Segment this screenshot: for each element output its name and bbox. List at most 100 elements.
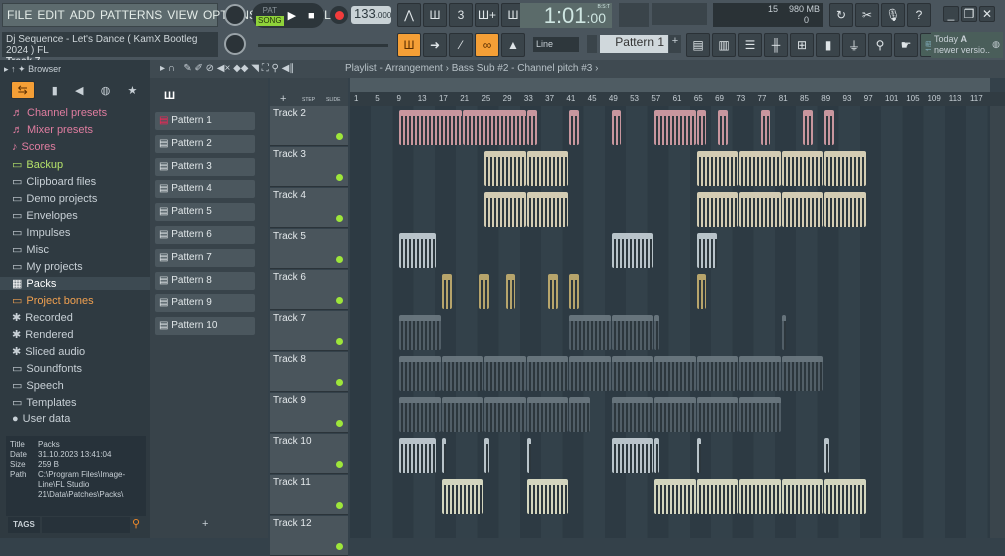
cut-icon[interactable]: ✂	[855, 3, 879, 27]
menu-edit[interactable]: EDIT	[37, 8, 64, 22]
playlist-icon[interactable]: ▤	[686, 33, 710, 57]
play-button[interactable]: ▶	[288, 9, 296, 22]
playlist-clip[interactable]	[781, 151, 824, 186]
playlist-clip[interactable]	[569, 110, 579, 145]
playlist-clip[interactable]	[484, 397, 526, 432]
playlist-clip[interactable]	[696, 479, 739, 514]
browser-item[interactable]: ♬ Channel presets	[12, 107, 107, 119]
playlist-clip[interactable]	[760, 110, 771, 145]
time-display[interactable]: 1:01:00 B:S:T	[520, 3, 612, 28]
browser-item[interactable]: ▭ Demo projects	[12, 192, 97, 206]
mixer-icon[interactable]: ╫	[764, 33, 788, 57]
overview-scrollbar[interactable]	[350, 78, 990, 92]
browser-plugins-icon[interactable]: ◀	[75, 84, 83, 97]
pattern-item[interactable]: ▤ Pattern 6	[155, 226, 255, 244]
touch-keyboard-icon[interactable]: ☛	[894, 33, 918, 57]
playlist-clip[interactable]	[824, 438, 829, 473]
tags-input[interactable]	[42, 517, 130, 533]
pattern-item[interactable]: ▤ Pattern 7	[155, 248, 255, 267]
track-header[interactable]: Track 8	[270, 352, 348, 392]
track-enable-toggle[interactable]	[336, 174, 343, 181]
playlist-clip[interactable]	[441, 356, 484, 391]
browser-item[interactable]: ▭ Soundfonts	[12, 362, 82, 376]
playlist-clip[interactable]	[654, 397, 696, 432]
playlist-clip[interactable]	[526, 192, 569, 227]
browser-item[interactable]: ▭ Speech	[12, 379, 64, 393]
playlist-clip[interactable]	[611, 356, 654, 391]
playlist-clip[interactable]	[654, 315, 659, 350]
pattern-item[interactable]: ▤ Pattern 10	[155, 317, 255, 336]
song-mode[interactable]: SONG	[256, 15, 284, 26]
track-header[interactable]: Track 9	[270, 393, 348, 433]
browser-item[interactable]: ▦ Packs	[0, 277, 150, 290]
news-panel[interactable]: Today Anewer versio.. ◍	[931, 32, 1003, 58]
record-button[interactable]	[330, 6, 348, 24]
restore-button[interactable]: ❐	[961, 6, 977, 22]
playlist-clip[interactable]	[569, 356, 611, 391]
plugin-icon[interactable]: ⏚	[842, 33, 866, 57]
browser-item[interactable]: ▭ Backup	[12, 158, 63, 172]
browser-favorites-icon[interactable]: ★	[127, 84, 137, 97]
snap-select[interactable]: Line	[533, 37, 579, 52]
pattern-item[interactable]: ▤ Pattern 4	[155, 180, 255, 199]
playlist-clip[interactable]	[399, 110, 463, 145]
playlist-clip[interactable]	[696, 397, 739, 432]
playlist-clip[interactable]	[463, 110, 526, 145]
playlist-clip[interactable]	[484, 356, 526, 391]
microphone-icon[interactable]: 🎙	[881, 3, 905, 27]
track-header[interactable]: Track 11	[270, 475, 348, 515]
playlist-clip[interactable]	[696, 438, 702, 473]
pattern-item[interactable]: ▤ Pattern 5	[155, 203, 255, 222]
pattern-item[interactable]: ▤ Pattern 8	[155, 271, 255, 290]
browser-item[interactable]: ▭ Impulses	[12, 226, 70, 240]
track-header[interactable]: Track 4	[270, 188, 348, 228]
playlist-clip[interactable]	[611, 233, 654, 268]
browser-item[interactable]: ▭ Misc	[12, 243, 49, 257]
track-enable-toggle[interactable]	[336, 379, 343, 386]
vertical-scrollbar[interactable]	[990, 106, 1005, 538]
playlist-clip[interactable]	[803, 110, 813, 145]
track-header[interactable]: Track 6	[270, 270, 348, 310]
master-pitch-slider[interactable]	[258, 44, 388, 47]
master-volume-knob[interactable]	[224, 4, 246, 26]
playlist-clip[interactable]	[696, 274, 707, 309]
project-picker-icon[interactable]: ⊞	[790, 33, 814, 57]
playlist-clip[interactable]	[781, 356, 824, 391]
playlist-clip[interactable]	[696, 192, 739, 227]
browser-online-icon[interactable]: ◍	[101, 84, 111, 97]
browser-item[interactable]: ✱ Rendered	[12, 328, 74, 342]
playlist-clip[interactable]	[696, 151, 739, 186]
browser-item[interactable]: ✱ Recorded	[12, 311, 73, 325]
add-pattern-button[interactable]: +	[669, 35, 681, 53]
playlist-clip[interactable]	[399, 315, 441, 350]
playlist-clip[interactable]	[441, 479, 484, 514]
playlist-clip[interactable]	[718, 110, 728, 145]
playlist-clip[interactable]	[484, 151, 526, 186]
playlist-clip[interactable]	[696, 110, 707, 145]
browser-files-icon[interactable]: ▮	[52, 84, 58, 97]
browser-item[interactable]: ✱ Sliced audio	[12, 345, 85, 359]
playlist-clip[interactable]	[479, 274, 489, 309]
playlist-clip[interactable]	[781, 479, 824, 514]
playlist-clip[interactable]	[526, 438, 532, 473]
playlist-clip[interactable]	[739, 397, 781, 432]
menu-file[interactable]: FILE	[7, 8, 32, 22]
track-header[interactable]: Track 12	[270, 516, 348, 556]
playlist-clip[interactable]	[399, 438, 436, 473]
playlist-clip[interactable]	[611, 438, 654, 473]
track-enable-toggle[interactable]	[336, 461, 343, 468]
playlist-clip[interactable]	[569, 274, 579, 309]
metronome-button[interactable]: ⋀	[397, 3, 421, 27]
track-enable-toggle[interactable]	[336, 543, 343, 550]
add-pattern-icon[interactable]: +	[202, 518, 208, 530]
playlist-clip[interactable]	[526, 397, 569, 432]
slide-icon[interactable]: ⁄	[449, 33, 473, 57]
playlist-clip[interactable]	[484, 438, 489, 473]
master-pitch-knob[interactable]	[224, 33, 246, 55]
playlist-clip[interactable]	[484, 192, 526, 227]
pattern-prev[interactable]	[587, 35, 597, 53]
playlist-clip[interactable]	[654, 356, 696, 391]
browser-item[interactable]: ▭ Templates	[12, 396, 77, 410]
browser-all-icon[interactable]: ⇆	[10, 81, 35, 99]
playlist-clip[interactable]	[548, 274, 558, 309]
